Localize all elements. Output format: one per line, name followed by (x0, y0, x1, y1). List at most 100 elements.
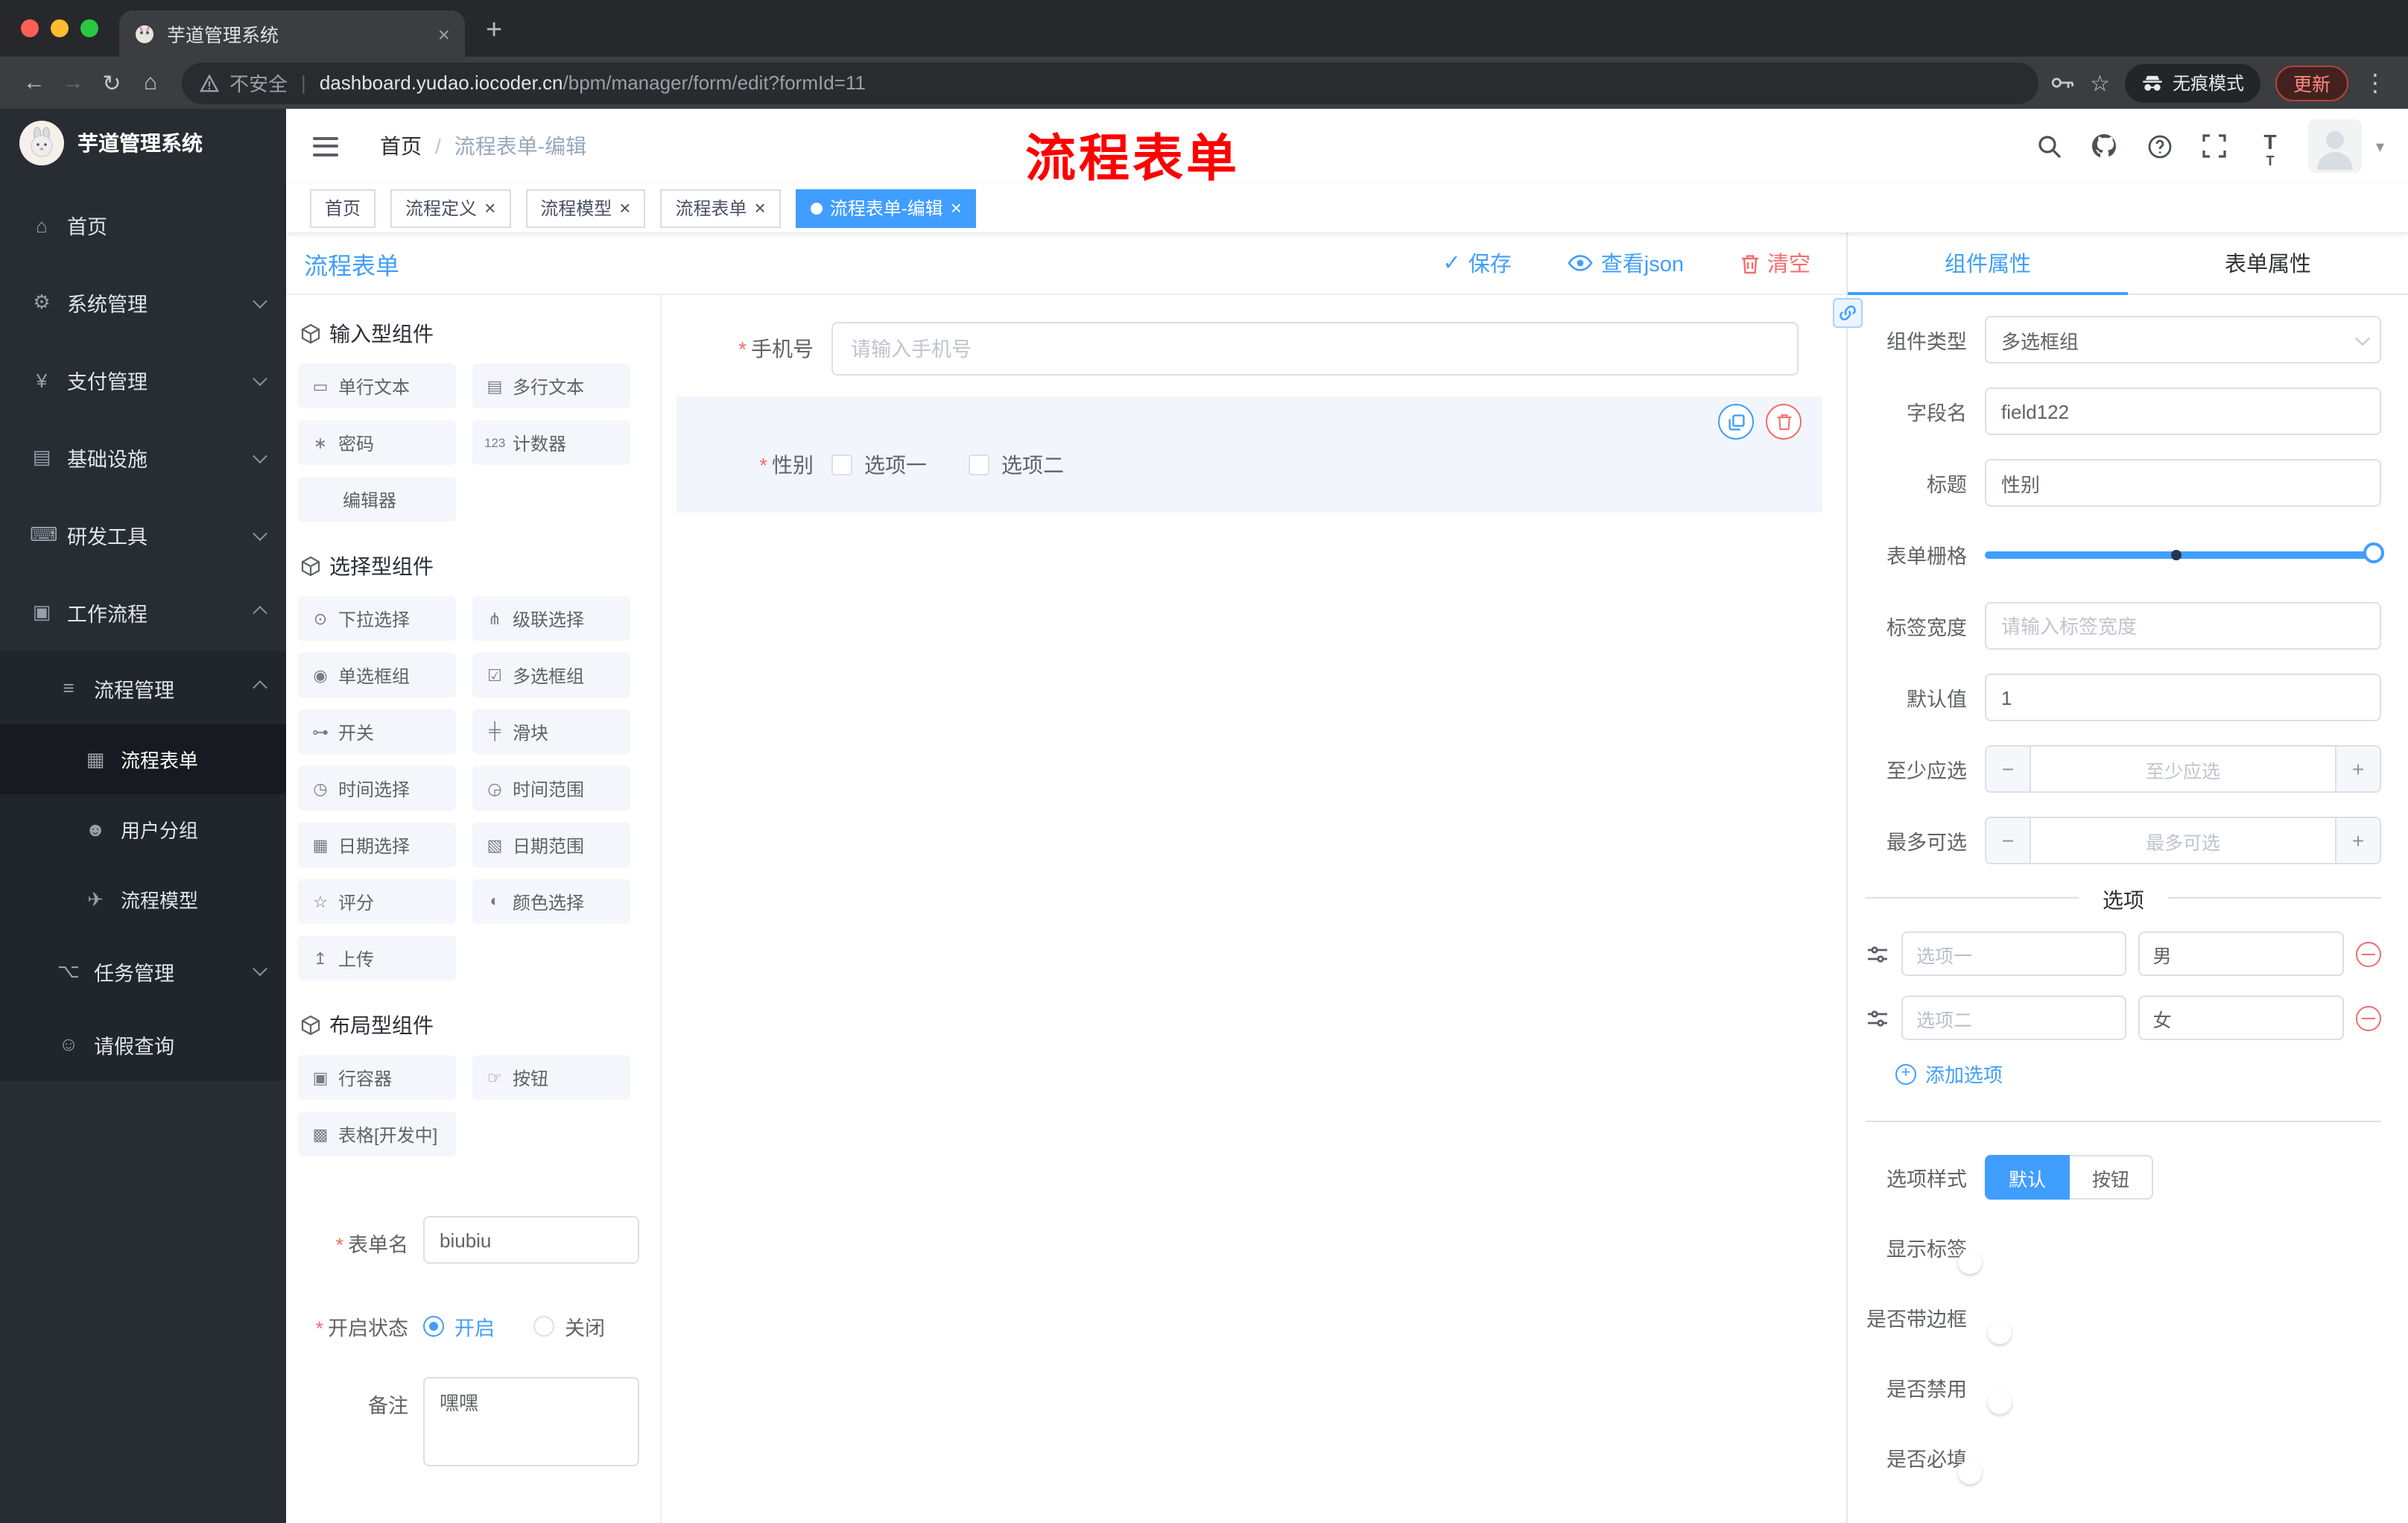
palette-item-upload[interactable]: ↥ 上传 (298, 936, 456, 981)
style-button-button[interactable]: 按钮 (2070, 1155, 2154, 1200)
breadcrumb-home[interactable]: 首页 (380, 131, 422, 161)
status-on-radio[interactable]: 开启 (423, 1311, 495, 1341)
sidebar-item-workflow[interactable]: ▣ 工作流程 (0, 574, 286, 651)
sidebar-logo[interactable]: 芋道管理系统 (0, 109, 286, 177)
bookmark-star-icon[interactable]: ☆ (2090, 69, 2110, 96)
sidebar-item-system-management[interactable]: ⚙ 系统管理 (0, 264, 286, 341)
new-tab-button[interactable]: + (486, 15, 502, 48)
phone-input[interactable] (831, 322, 1799, 376)
checkbox-icon[interactable] (969, 455, 989, 475)
palette-item-select[interactable]: ⊙ 下拉选择 (298, 596, 456, 641)
palette-item-date-range[interactable]: ▧ 日期范围 (472, 823, 630, 867)
default-value-input[interactable] (1985, 674, 2381, 721)
grid-slider[interactable] (1985, 531, 2384, 578)
delete-component-button[interactable] (1766, 404, 1802, 440)
sidebar-item-dev-tools[interactable]: ⌨ 研发工具 (0, 496, 286, 574)
window-zoom-button[interactable] (80, 19, 98, 37)
user-avatar[interactable] (2308, 119, 2363, 173)
palette-item-editor[interactable]: 编辑器 (298, 477, 456, 522)
plus-button[interactable]: + (2335, 747, 2380, 791)
remark-textarea[interactable]: 嘿嘿 (423, 1377, 639, 1466)
minus-button[interactable]: − (1986, 818, 2031, 863)
palette-item-color-picker[interactable]: ◐ 颜色选择 (472, 879, 630, 924)
drag-handle-icon[interactable] (1866, 1008, 1889, 1028)
tab-component-props[interactable]: 组件属性 (1848, 232, 2128, 295)
key-icon[interactable] (2050, 73, 2075, 92)
palette-item-table-dev[interactable]: ▩ 表格[开发中] (298, 1112, 456, 1156)
view-json-button[interactable]: 查看json (1568, 247, 1684, 279)
option-label-input[interactable] (1901, 995, 2126, 1040)
style-default-button[interactable]: 默认 (1985, 1155, 2070, 1200)
tag-close-icon[interactable]: × (951, 198, 962, 218)
option-label-input[interactable] (1901, 931, 2126, 976)
tag-home[interactable]: 首页 (310, 189, 376, 227)
remove-option-button[interactable] (2356, 941, 2381, 966)
form-name-input[interactable] (423, 1216, 639, 1264)
font-size-icon[interactable]: TT (2254, 130, 2287, 168)
option-value-input[interactable] (2138, 995, 2344, 1040)
gender-option-2[interactable]: 选项二 (969, 450, 1064, 480)
field-name-input[interactable] (1985, 387, 2381, 435)
tab-close-icon[interactable]: × (438, 23, 450, 44)
form-canvas[interactable]: * 手机号 请输入手机号 * 性别 选项一 选项二 (662, 295, 1846, 1523)
label-width-input[interactable] (1985, 602, 2381, 650)
palette-item-row-container[interactable]: ▣ 行容器 (298, 1055, 456, 1100)
option-value-input[interactable] (2138, 931, 2344, 976)
search-icon[interactable] (2033, 130, 2066, 162)
tab-form-props[interactable]: 表单属性 (2128, 232, 2408, 294)
sidebar-item-home[interactable]: ⌂ 首页 (0, 186, 286, 264)
browser-tab-active[interactable]: 芋道管理系统 × (119, 10, 465, 57)
drag-handle-icon[interactable] (1866, 944, 1889, 963)
palette-item-time-picker[interactable]: ◷ 时间选择 (298, 766, 456, 811)
sidebar-item-task-management[interactable]: ⌥ 任务管理 (0, 934, 286, 1007)
plus-button[interactable]: + (2335, 818, 2380, 863)
component-type-select[interactable]: 多选框组 (1985, 316, 2381, 364)
palette-item-single-line-text[interactable]: ▭ 单行文本 (298, 364, 456, 408)
palette-item-slider[interactable]: ╪ 滑块 (472, 709, 630, 754)
sidebar-item-process-model[interactable]: ✈ 流程模型 (0, 864, 286, 934)
palette-item-cascader[interactable]: ⋔ 级联选择 (472, 596, 630, 641)
window-minimize-button[interactable] (51, 19, 69, 37)
palette-item-radio-group[interactable]: ◉ 单选框组 (298, 653, 456, 697)
tag-process-model[interactable]: 流程模型 × (525, 189, 646, 227)
window-close-button[interactable] (21, 19, 39, 37)
avatar-caret-icon[interactable]: ▾ (2376, 136, 2384, 156)
max-select-value[interactable]: 最多可选 (2031, 818, 2335, 863)
palette-item-button[interactable]: ☞ 按钮 (472, 1055, 630, 1100)
sidebar-item-process-form[interactable]: ▦ 流程表单 (0, 724, 286, 794)
status-off-radio[interactable]: 关闭 (533, 1311, 605, 1341)
back-icon[interactable]: ← (15, 63, 54, 102)
sidebar-item-infrastructure[interactable]: ▤ 基础设施 (0, 419, 286, 496)
palette-item-switch[interactable]: ⊶ 开关 (298, 709, 456, 754)
copy-component-button[interactable] (1718, 404, 1754, 440)
sidebar-item-user-group[interactable]: ☻ 用户分组 (0, 794, 286, 864)
browser-update-button[interactable]: 更新 (2275, 65, 2348, 101)
palette-item-rate[interactable]: ☆ 评分 (298, 879, 456, 924)
phone-field[interactable]: * 手机号 (677, 322, 1822, 376)
tag-process-form[interactable]: 流程表单 × (660, 189, 781, 227)
palette-item-multi-line-text[interactable]: ▤ 多行文本 (472, 364, 630, 408)
link-anchor-icon[interactable] (1833, 298, 1863, 328)
help-icon[interactable] (2144, 130, 2176, 162)
palette-item-checkbox-group[interactable]: ☑ 多选框组 (472, 653, 630, 697)
checkbox-icon[interactable] (831, 455, 852, 475)
sidebar-item-leave-query[interactable]: ☺ 请假查询 (0, 1007, 286, 1080)
home-icon[interactable]: ⌂ (131, 63, 170, 102)
minus-button[interactable]: − (1986, 747, 2031, 791)
tag-close-icon[interactable]: × (619, 198, 630, 218)
gender-field-selected[interactable]: * 性别 选项一 选项二 (677, 396, 1822, 513)
palette-item-time-range[interactable]: ◶ 时间范围 (472, 766, 630, 811)
palette-item-password[interactable]: ∗ 密码 (298, 420, 456, 465)
forward-icon[interactable]: → (54, 63, 92, 102)
sidebar-item-process-management[interactable]: ≡ 流程管理 (0, 651, 286, 724)
palette-item-counter[interactable]: 123 计数器 (472, 420, 630, 465)
remove-option-button[interactable] (2356, 1005, 2381, 1030)
slider-knob[interactable] (2363, 542, 2384, 563)
gender-option-1[interactable]: 选项一 (831, 450, 927, 480)
fullscreen-icon[interactable] (2199, 130, 2231, 162)
add-option-button[interactable]: + 添加选项 (1895, 1060, 2381, 1088)
palette-item-date-picker[interactable]: ▦ 日期选择 (298, 823, 456, 867)
min-select-value[interactable]: 至少应选 (2031, 747, 2335, 791)
sidebar-toggle-icon[interactable] (310, 130, 341, 162)
browser-menu-icon[interactable]: ⋮ (2363, 68, 2387, 98)
